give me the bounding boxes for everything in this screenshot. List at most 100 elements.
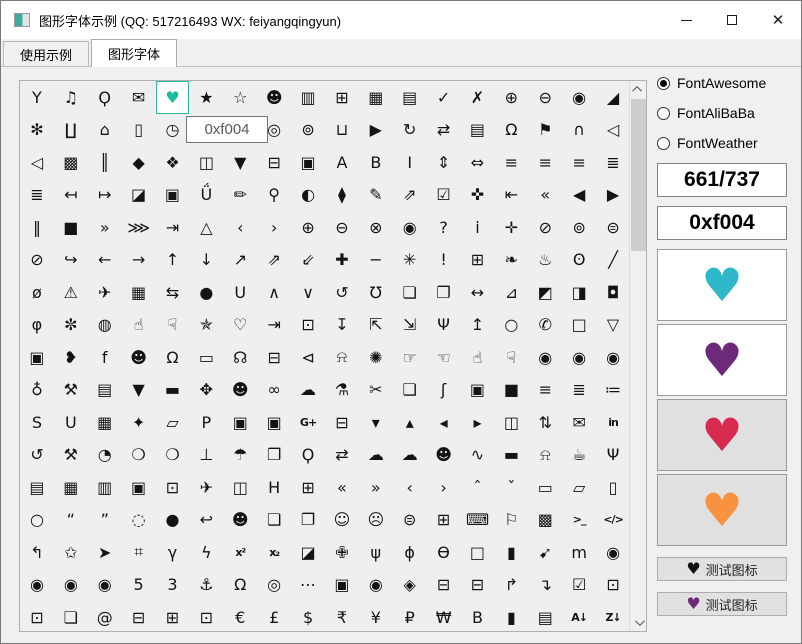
grid-icon[interactable]: ≣	[596, 146, 630, 179]
grid-icon[interactable]: ⇔	[461, 146, 495, 179]
grid-scrollbar[interactable]	[629, 81, 646, 631]
grid-icon[interactable]: ℧	[359, 276, 393, 309]
grid-icon[interactable]: ■	[494, 374, 528, 407]
grid-icon[interactable]: ⇅	[528, 406, 562, 439]
grid-icon[interactable]: ▱	[156, 406, 190, 439]
grid-icon[interactable]: −	[359, 244, 393, 277]
grid-icon[interactable]: ✂	[359, 374, 393, 407]
grid-icon[interactable]: ❍	[156, 439, 190, 472]
grid-icon[interactable]: ▤	[528, 601, 562, 632]
grid-icon[interactable]: “	[54, 504, 88, 537]
grid-icon[interactable]: ❖	[156, 146, 190, 179]
grid-icon[interactable]: ▯	[122, 114, 156, 147]
grid-icon[interactable]: ↺	[325, 276, 359, 309]
grid-icon[interactable]: ⚐	[494, 504, 528, 537]
grid-icon[interactable]: ?	[427, 211, 461, 244]
grid-icon[interactable]: ◘	[596, 276, 630, 309]
grid-icon[interactable]: ✗	[461, 81, 495, 114]
grid-icon[interactable]: ↧	[325, 309, 359, 342]
grid-icon[interactable]: ♫	[54, 81, 88, 114]
grid-icon[interactable]: ▦	[88, 406, 122, 439]
grid-icon[interactable]: ▾	[359, 406, 393, 439]
grid-icon[interactable]: ⊞	[325, 81, 359, 114]
grid-icon[interactable]: Ψ	[427, 309, 461, 342]
grid-icon[interactable]: ▭	[528, 471, 562, 504]
grid-icon[interactable]: ●	[156, 504, 190, 537]
grid-icon[interactable]: 5	[122, 569, 156, 602]
grid-icon[interactable]: ✩	[54, 536, 88, 569]
grid-icon[interactable]: ✼	[54, 309, 88, 342]
grid-icon[interactable]: Ϙ	[88, 81, 122, 114]
grid-icon[interactable]: G+	[291, 406, 325, 439]
grid-icon[interactable]: ◔	[88, 439, 122, 472]
grid-icon[interactable]: ⊞	[291, 471, 325, 504]
grid-icon[interactable]: ❧	[494, 244, 528, 277]
grid-icon[interactable]: ❏	[257, 504, 291, 537]
grid-icon[interactable]: ⇗	[257, 244, 291, 277]
grid-icon[interactable]: ◁	[596, 114, 630, 147]
grid-icon[interactable]: ◀	[562, 179, 596, 212]
grid-icon[interactable]: ⋙	[122, 211, 156, 244]
grid-icon[interactable]: ⌗	[122, 536, 156, 569]
grid-icon[interactable]: B	[461, 601, 495, 632]
grid-icon[interactable]: ⊡	[156, 471, 190, 504]
grid-icon[interactable]: Ω	[223, 569, 257, 602]
grid-icon[interactable]: ■	[54, 211, 88, 244]
grid-icon[interactable]: ⇥	[156, 211, 190, 244]
grid-icon[interactable]: ≡	[528, 374, 562, 407]
grid-icon[interactable]: ▤	[88, 374, 122, 407]
grid-icon[interactable]: ☁	[393, 439, 427, 472]
grid-icon[interactable]: $	[291, 601, 325, 632]
grid-icon[interactable]: ▶	[359, 114, 393, 147]
grid-icon[interactable]: ⊔	[325, 114, 359, 147]
grid-icon[interactable]: ⇙	[291, 244, 325, 277]
grid-icon[interactable]: ⇕	[427, 146, 461, 179]
grid-icon[interactable]: ♨	[528, 244, 562, 277]
grid-icon[interactable]: ⇗	[393, 179, 427, 212]
grid-icon[interactable]: ▬	[494, 439, 528, 472]
grid-icon[interactable]: ✻	[20, 114, 54, 147]
grid-icon[interactable]: ♁	[20, 374, 54, 407]
grid-icon[interactable]: ø	[20, 276, 54, 309]
grid-icon[interactable]: ◉	[562, 341, 596, 374]
grid-icon[interactable]: ◉	[562, 81, 596, 114]
grid-icon[interactable]: ★	[189, 81, 223, 114]
grid-icon[interactable]: Ϙ	[291, 439, 325, 472]
grid-icon[interactable]: ◫	[189, 146, 223, 179]
grid-icon[interactable]: ◉	[88, 569, 122, 602]
grid-icon[interactable]: «	[528, 179, 562, 212]
grid-icon[interactable]: ↱	[494, 569, 528, 602]
grid-icon[interactable]: I	[393, 146, 427, 179]
grid-icon[interactable]: ⊲	[291, 341, 325, 374]
grid-icon[interactable]: ▦	[122, 276, 156, 309]
grid-icon[interactable]: «	[325, 471, 359, 504]
grid-icon[interactable]: ♡	[223, 309, 257, 342]
grid-icon[interactable]: ⚒	[54, 439, 88, 472]
grid-icon[interactable]: ✈	[189, 471, 223, 504]
grid-icon[interactable]: γ	[156, 536, 190, 569]
grid-icon[interactable]: ◌	[122, 504, 156, 537]
grid-icon[interactable]: ☆	[223, 81, 257, 114]
grid-icon[interactable]: ☻	[122, 341, 156, 374]
grid-icon[interactable]: ◫	[223, 471, 257, 504]
grid-icon[interactable]: ⊞	[156, 601, 190, 632]
grid-icon[interactable]: ↗	[223, 244, 257, 277]
grid-icon[interactable]: ↥	[461, 309, 495, 342]
grid-icon[interactable]: ☑	[427, 179, 461, 212]
grid-icon[interactable]: ʃ	[427, 374, 461, 407]
grid-icon[interactable]: ▼	[122, 374, 156, 407]
grid-icon[interactable]: ➹	[528, 536, 562, 569]
grid-icon[interactable]: ϟ	[189, 536, 223, 569]
grid-icon[interactable]: ⚓	[189, 569, 223, 602]
grid-icon[interactable]: Ω	[494, 114, 528, 147]
grid-icon[interactable]: ↴	[528, 569, 562, 602]
grid-icon[interactable]: ›	[427, 471, 461, 504]
grid-icon[interactable]: >_	[562, 504, 596, 537]
grid-icon[interactable]: f	[88, 341, 122, 374]
grid-icon[interactable]: ⊡	[189, 601, 223, 632]
grid-icon[interactable]: Ω	[156, 341, 190, 374]
grid-icon[interactable]: ⌂	[88, 114, 122, 147]
grid-icon[interactable]: ❏	[54, 601, 88, 632]
grid-icon[interactable]: ⇄	[325, 439, 359, 472]
grid-icon[interactable]: ▤	[20, 471, 54, 504]
